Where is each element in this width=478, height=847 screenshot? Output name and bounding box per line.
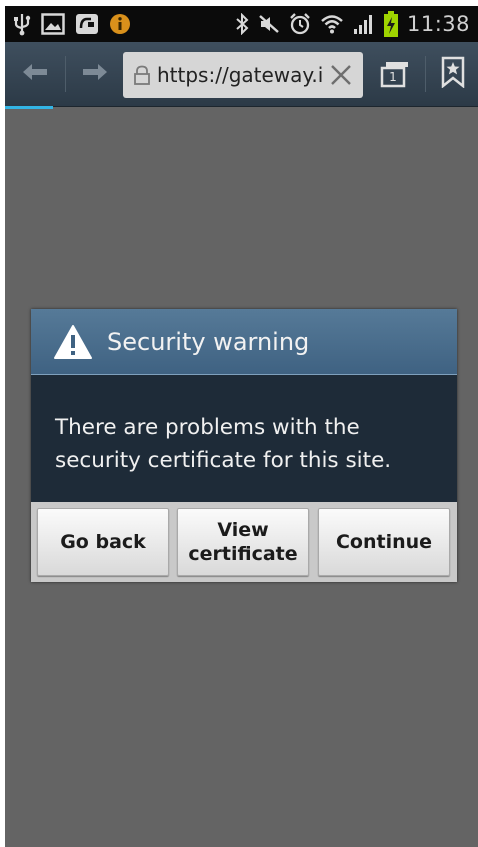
lock-icon <box>133 65 151 85</box>
battery-charging-icon <box>383 11 398 37</box>
dialog-message-line: There are problems with the <box>55 415 360 440</box>
mute-icon <box>258 13 280 35</box>
continue-label: Continue <box>335 531 433 553</box>
back-button[interactable] <box>11 42 59 106</box>
arrow-right-icon <box>81 62 109 86</box>
bluetooth-icon <box>235 13 249 35</box>
bookmark-icon <box>441 56 465 92</box>
tabs-icon: 1 <box>379 60 411 88</box>
clock-time: 11:38 <box>406 12 470 36</box>
device-screen: 11:38 https://gateway.i 1 Security warni… <box>5 6 478 847</box>
dialog-header: Security warning <box>31 309 457 375</box>
url-text: https://gateway.i <box>157 63 324 87</box>
go-back-label: Go back <box>60 531 146 553</box>
usb-icon <box>13 12 31 36</box>
dialog-message: There are problems with the security cer… <box>55 411 445 477</box>
status-bar: 11:38 <box>5 6 478 42</box>
tabs-button[interactable]: 1 <box>371 42 419 106</box>
view-certificate-label-line1: View <box>217 519 269 541</box>
status-bar-system: 11:38 <box>235 6 470 42</box>
wifi-icon <box>320 13 344 35</box>
toolbar-separator <box>425 56 426 92</box>
status-bar-notifications <box>13 6 131 42</box>
security-warning-dialog: Security warning There are problems with… <box>31 309 457 582</box>
dialog-button-bar: Go back View certificate Continue <box>31 502 457 582</box>
tab-count: 1 <box>389 70 397 84</box>
image-icon <box>41 13 65 35</box>
dialog-title: Security warning <box>107 327 310 356</box>
go-back-button[interactable]: Go back <box>37 508 169 576</box>
close-icon[interactable] <box>329 63 353 87</box>
toolbar-separator <box>65 56 66 92</box>
voicemail-icon <box>75 13 99 35</box>
view-certificate-button[interactable]: View certificate <box>177 508 309 576</box>
info-icon <box>109 13 131 35</box>
arrow-left-icon <box>21 62 49 86</box>
browser-toolbar: https://gateway.i 1 <box>5 42 478 107</box>
dialog-message-line: security certificate for this site. <box>55 448 392 473</box>
signal-icon <box>353 13 375 35</box>
alarm-icon <box>289 12 311 36</box>
forward-button[interactable] <box>71 42 119 106</box>
url-bar[interactable]: https://gateway.i <box>123 52 363 98</box>
bookmarks-button[interactable] <box>431 42 475 106</box>
warning-icon <box>53 324 93 360</box>
page-load-progress <box>5 106 53 109</box>
continue-button[interactable]: Continue <box>318 508 450 576</box>
view-certificate-label-line2: certificate <box>188 543 298 565</box>
